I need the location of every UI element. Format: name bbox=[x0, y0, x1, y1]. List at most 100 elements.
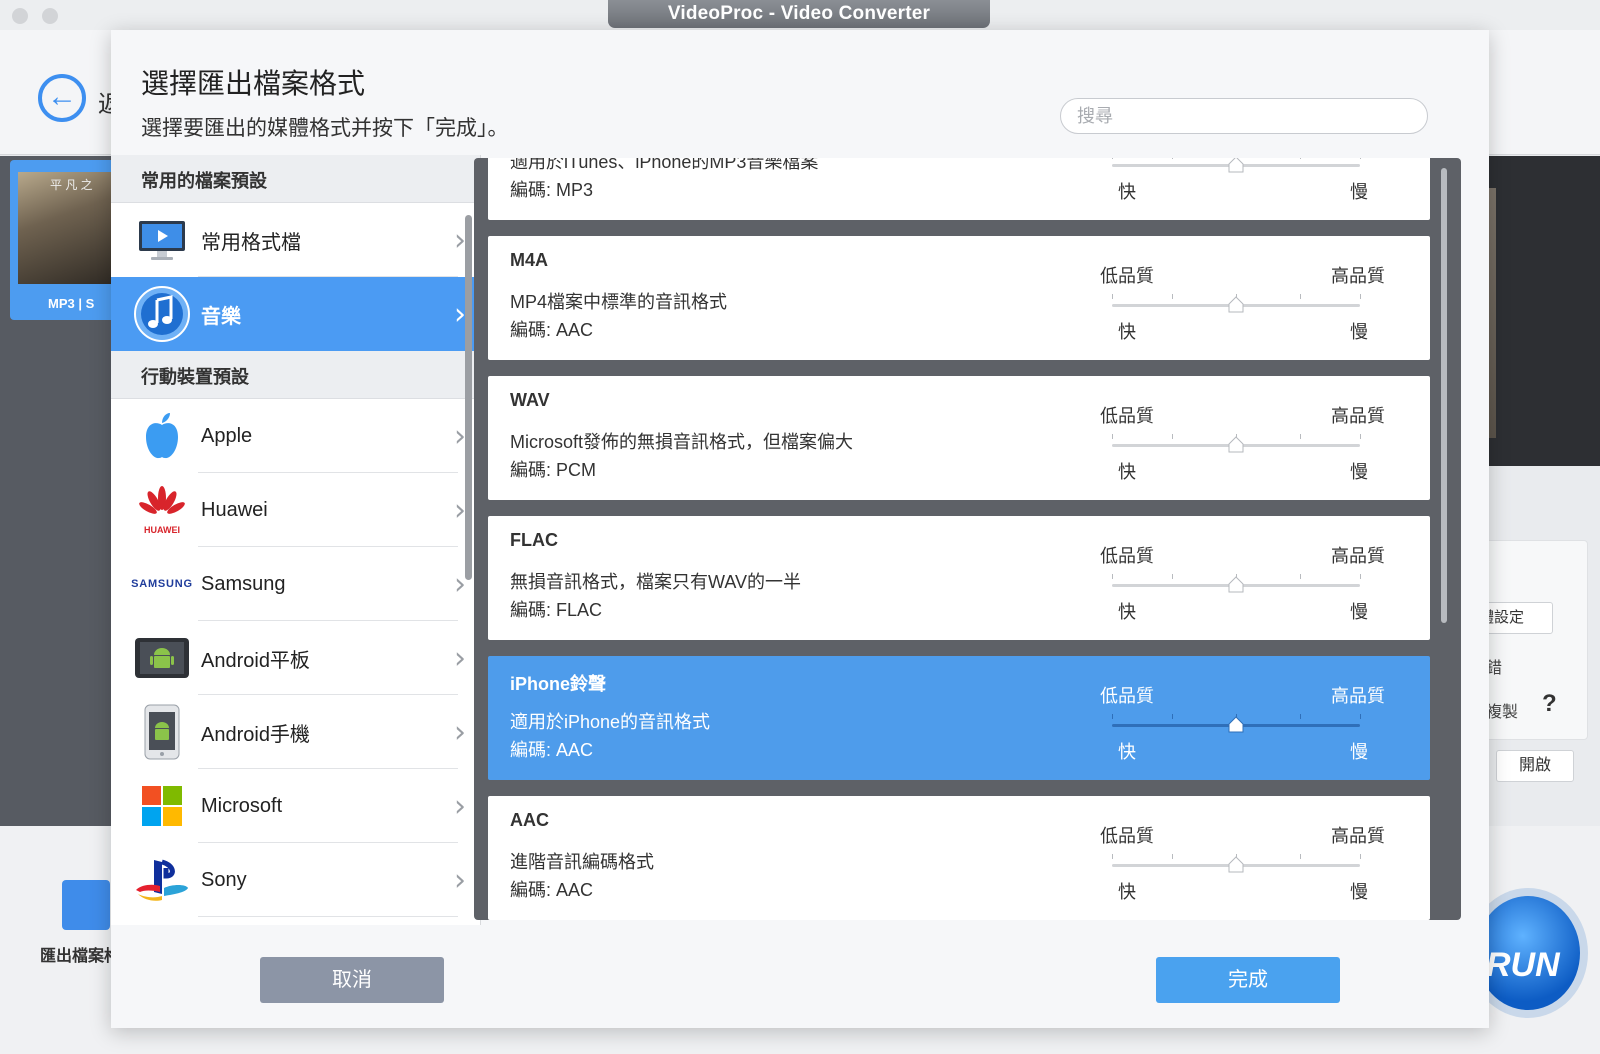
export-format-dialog: 選擇匯出檔案格式 選擇要匯出的媒體格式并按下「完成」。 常用的檔案預設 常用格式… bbox=[111, 30, 1489, 1028]
sidebar-item-common-formats[interactable]: 常用格式檔 › bbox=[111, 203, 480, 277]
slider-tick bbox=[1300, 574, 1301, 579]
format-description: 進階音訊編碼格式 bbox=[510, 852, 654, 872]
export-format-icon[interactable] bbox=[62, 880, 110, 930]
sidebar-item-apple[interactable]: Apple › bbox=[111, 399, 480, 473]
quality-speed-slider[interactable] bbox=[1112, 158, 1361, 173]
back-arrow-icon[interactable]: ← bbox=[38, 74, 86, 122]
playstation-logo-icon bbox=[127, 850, 197, 910]
format-codec: 編碼: AAC bbox=[510, 320, 594, 340]
sidebar-item-music[interactable]: 音樂 › bbox=[111, 277, 480, 351]
speed-fast-label: 快 bbox=[1118, 462, 1136, 482]
format-list: 適用於iTunes、iPhone的MP3音樂檔案編碼: MP3低品質高品質快慢M… bbox=[474, 158, 1461, 920]
background-settings-button[interactable]: 體設定 bbox=[1478, 602, 1553, 634]
slider-thumb[interactable] bbox=[1227, 436, 1245, 454]
format-name: FLAC bbox=[510, 530, 558, 550]
quality-speed-slider[interactable] bbox=[1112, 294, 1361, 313]
slider-thumb[interactable] bbox=[1227, 716, 1245, 734]
format-name: iPhone鈴聲 bbox=[510, 674, 607, 694]
search-input[interactable] bbox=[1060, 98, 1428, 134]
sidebar-item-huawei[interactable]: HUAWEI Huawei › bbox=[111, 473, 480, 547]
samsung-logo-text: SAMSUNG bbox=[131, 578, 193, 590]
format-description: 無損音訊格式，檔案只有WAV的一半 bbox=[510, 572, 801, 592]
format-description: MP4檔案中標準的音訊格式 bbox=[510, 292, 728, 312]
slider-tick bbox=[1300, 714, 1301, 719]
done-button[interactable]: 完成 bbox=[1156, 957, 1340, 1003]
format-card[interactable]: M4A MP4檔案中標準的音訊格式 編碼: AAC 低品質 高品質快 慢 bbox=[488, 236, 1430, 360]
category-sidebar: 常用的檔案預設 常用格式檔 › 音樂 › 行動裝置預設 Apple › HUAW… bbox=[111, 155, 481, 925]
slider-tick bbox=[1112, 434, 1113, 439]
sidebar-item-label: Sony bbox=[201, 868, 247, 891]
sidebar-item-label: 音樂 bbox=[201, 305, 241, 328]
apple-logo-icon bbox=[127, 406, 197, 466]
background-open-button[interactable]: 開啟 bbox=[1496, 750, 1574, 782]
slider-tick bbox=[1300, 854, 1301, 859]
sidebar-item-microsoft[interactable]: Microsoft › bbox=[111, 769, 480, 843]
slider-thumb[interactable] bbox=[1227, 158, 1245, 174]
speed-fast-label: 快 bbox=[1118, 882, 1136, 902]
slider-tick bbox=[1172, 714, 1173, 719]
sidebar-scrollbar[interactable] bbox=[465, 215, 472, 580]
format-card[interactable]: iPhone鈴聲 適用於iPhone的音訊格式 編碼: AAC 低品質 高品質快 慢 bbox=[488, 656, 1430, 780]
cancel-button[interactable]: 取消 bbox=[260, 957, 444, 1003]
export-format-label: 匯出檔案格 bbox=[40, 948, 121, 965]
quality-high-label: 高品質 bbox=[1331, 546, 1385, 566]
format-card[interactable]: 適用於iTunes、iPhone的MP3音樂檔案編碼: MP3低品質高品質快慢 bbox=[488, 158, 1430, 220]
slider-tick bbox=[1112, 294, 1113, 299]
format-description: 適用於iPhone的音訊格式 bbox=[510, 712, 711, 732]
slider-thumb[interactable] bbox=[1227, 856, 1245, 874]
format-list-scrollbar[interactable] bbox=[1441, 168, 1447, 623]
microsoft-logo-icon bbox=[127, 776, 197, 836]
speed-slow-label: 慢 bbox=[1350, 322, 1368, 342]
thumbnail-format-label: MP3 | S bbox=[48, 296, 95, 311]
speed-fast-label: 快 bbox=[1118, 182, 1136, 202]
quality-speed-slider[interactable] bbox=[1112, 854, 1361, 873]
help-icon[interactable]: ? bbox=[1542, 690, 1557, 718]
monitor-icon bbox=[127, 210, 197, 270]
quality-low-label: 低品質 bbox=[1100, 266, 1154, 286]
format-codec: 編碼: AAC bbox=[510, 880, 594, 900]
slider-tick bbox=[1360, 158, 1361, 159]
slider-tick bbox=[1112, 158, 1113, 159]
thumbnail-text: 平 凡 之 bbox=[50, 178, 93, 192]
quality-high-label: 高品質 bbox=[1331, 826, 1385, 846]
slider-thumb[interactable] bbox=[1227, 576, 1245, 594]
format-codec: 編碼: AAC bbox=[510, 740, 594, 760]
slider-tick bbox=[1360, 714, 1361, 719]
sidebar-section-header: 常用的檔案預設 bbox=[111, 155, 480, 203]
sidebar-item-android-tablet[interactable]: Android平板 › bbox=[111, 621, 480, 695]
quality-speed-slider[interactable] bbox=[1112, 574, 1361, 593]
slider-thumb[interactable] bbox=[1227, 296, 1245, 314]
sidebar-item-label: 常用格式檔 bbox=[201, 231, 301, 254]
sidebar-item-label: Apple bbox=[201, 424, 253, 447]
format-name: WAV bbox=[510, 390, 550, 410]
sidebar-item-sony[interactable]: Sony › bbox=[111, 843, 480, 917]
sidebar-item-label: Android平板 bbox=[201, 649, 310, 672]
run-label: RUN bbox=[1486, 946, 1560, 984]
format-name: M4A bbox=[510, 250, 549, 270]
slider-tick bbox=[1360, 294, 1361, 299]
format-name: AAC bbox=[510, 810, 549, 830]
speed-fast-label: 快 bbox=[1118, 742, 1136, 762]
format-description: 適用於iTunes、iPhone的MP3音樂檔案 bbox=[510, 158, 819, 172]
slider-tick bbox=[1112, 574, 1113, 579]
speed-fast-label: 快 bbox=[1118, 322, 1136, 342]
slider-tick bbox=[1360, 574, 1361, 579]
android-phone-icon bbox=[127, 702, 197, 762]
slider-tick bbox=[1360, 434, 1361, 439]
quality-high-label: 高品質 bbox=[1331, 406, 1385, 426]
window-minimize-button[interactable] bbox=[42, 8, 58, 24]
format-card[interactable]: AAC 進階音訊編碼格式 編碼: AAC 低品質 高品質快 慢 bbox=[488, 796, 1430, 920]
background-preview-panel bbox=[1488, 156, 1600, 466]
slider-tick bbox=[1300, 434, 1301, 439]
sidebar-item-label: Android手機 bbox=[201, 723, 310, 746]
sidebar-item-samsung[interactable]: SAMSUNG Samsung › bbox=[111, 547, 480, 621]
format-card[interactable]: FLAC 無損音訊格式，檔案只有WAV的一半 編碼: FLAC 低品質 高品質快 慢 bbox=[488, 516, 1430, 640]
window-close-button[interactable] bbox=[12, 8, 28, 24]
huawei-logo-icon: HUAWEI bbox=[127, 480, 197, 540]
format-card[interactable]: WAV Microsoft發佈的無損音訊格式，但檔案偏大 編碼: PCM 低品質 高品質… bbox=[488, 376, 1430, 500]
quality-speed-slider[interactable] bbox=[1112, 714, 1361, 733]
quality-speed-slider[interactable] bbox=[1112, 434, 1361, 453]
sidebar-item-android-phone[interactable]: Android手機 › bbox=[111, 695, 480, 769]
speed-slow-label: 慢 bbox=[1350, 182, 1368, 202]
quality-high-label: 高品質 bbox=[1331, 686, 1385, 706]
